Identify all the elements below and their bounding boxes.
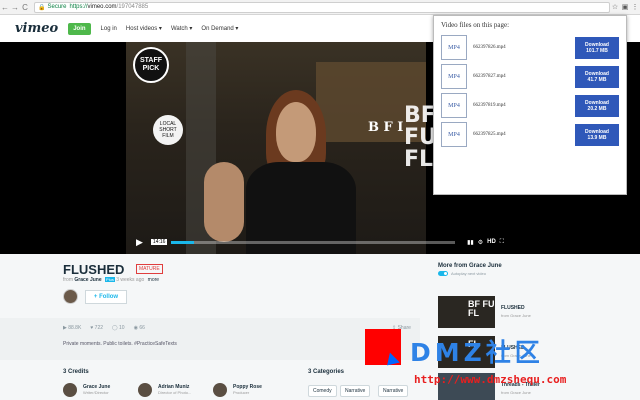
bfi-logo: B F I [368,120,404,135]
mp4-icon: MP4 [441,64,467,89]
credits-heading: 3 Credits [63,369,89,375]
join-button[interactable]: Join [68,22,91,35]
file-name: 662397826.mp4 [473,45,506,50]
byline: from Grace June Plus 3 weeks ago more [63,277,159,283]
video-file-row: MP4 662397827.mp4 Download 41.7 MB [441,64,619,89]
credit-avatar [138,383,152,397]
play-icon[interactable]: ▶ [136,237,143,248]
watermark-url: http://www.dmzshequ.com [414,373,567,386]
author-avatar[interactable] [63,289,78,304]
file-name: 662397827.mp4 [473,74,506,79]
mature-badge: MATURE [136,264,163,274]
categories-heading: 3 Categories [308,369,345,375]
extension-icon[interactable]: ▣ [620,3,630,11]
forward-icon[interactable]: → [10,3,20,12]
category-tag[interactable]: Comedy [308,385,337,397]
download-size: 41.7 MB [587,76,607,83]
mp4-icon: MP4 [441,122,467,147]
watermark-text: DMZ社区 [410,338,544,367]
download-size: 101.7 MB [586,47,608,54]
credit-role: Director of Photo... [158,390,192,395]
lock-icon: 🔒 [38,4,46,11]
time-indicator: 14:16 [150,239,168,245]
from-label: from [63,277,73,283]
download-button[interactable]: Download 13.9 MB [575,123,619,146]
related-title[interactable]: FLUSHED [501,305,531,311]
credit-role: Writer/Director [83,390,109,395]
comments-count[interactable]: ◯ 10 [112,325,125,331]
credit-avatar [63,383,77,397]
reload-icon[interactable]: C [20,3,30,12]
vimeo-logo[interactable]: vimeo [15,21,58,36]
credit-role: Producer [233,390,250,395]
address-bar[interactable]: 🔒 Secure https:// vimeo.com /197047885 [34,1,610,13]
plays-count: ▶ 88.8K [63,325,82,331]
likes-count[interactable]: ♥ 722 [90,325,103,331]
related-author: from Grace June [501,313,531,318]
video-frame [126,42,426,254]
toggle-switch[interactable] [438,271,448,276]
plus-badge: Plus [105,277,115,282]
more-from-heading: More from Grace June [438,263,502,269]
video-file-row: MP4 662397825.mp4 Download 13.9 MB [441,122,619,147]
autoplay-toggle[interactable]: Autoplay next video [438,271,486,276]
download-button[interactable]: Download 101.7 MB [575,36,619,59]
login-link[interactable]: Log in [101,26,117,32]
video-stats: ▶ 88.8K ♥ 722 ◯ 10 ◉ 66 [63,325,154,331]
credit-avatar [213,383,227,397]
file-name: 662397825.mp4 [473,132,506,137]
category-tag[interactable]: Narrative [340,385,371,397]
popup-title: Video files on this page: [441,21,510,29]
settings-icon[interactable]: ⚙ [478,239,483,246]
progress-fill [171,240,195,244]
mp4-icon: MP4 [441,93,467,118]
back-icon[interactable]: ← [0,3,10,12]
collections-count[interactable]: ◉ 66 [134,325,145,331]
progress-track[interactable] [171,240,456,244]
fullscreen-icon[interactable]: ⛶ [500,239,504,246]
on-demand-menu[interactable]: On Demand ▾ [201,25,238,32]
download-size: 20.2 MB [587,105,607,112]
upload-time: 3 weeks ago [116,277,145,283]
watch-menu[interactable]: Watch ▾ [171,25,192,32]
video-title: FLUSHED [63,262,125,277]
follow-button[interactable]: + Follow [85,290,127,304]
related-video[interactable]: BF FU FL FLUSHED from Grace June [438,296,531,328]
festival-badge: LOCAL SHORT FILM [153,115,183,145]
thumbnail-text: BF FU FL [468,299,495,318]
download-button[interactable]: Download 20.2 MB [575,94,619,117]
related-author: from Grace June [501,390,531,395]
file-name: 662397819.mp4 [473,103,506,108]
download-button[interactable]: Download 41.7 MB [575,65,619,88]
secure-label: Secure [47,4,67,10]
download-size: 13.9 MB [587,134,607,141]
video-file-row: MP4 662397826.mp4 Download 101.7 MB [441,35,619,60]
volume-icon[interactable]: ▮▮ [467,239,474,246]
video-thumbnail[interactable]: BF FU FL [438,296,495,328]
autoplay-label: Autoplay next video [451,271,486,276]
menu-icon[interactable]: ⋮ [630,3,640,11]
bfi-wall-text: BF FU FL [404,103,437,172]
video-download-popup: Video files on this page: MP4 662397826.… [433,15,627,195]
author-link[interactable]: Grace June [74,277,101,283]
player-controls: ▶ 14:16 ▮▮ ⚙ HD ⛶ [136,236,504,248]
hd-toggle[interactable]: HD [487,239,496,245]
mp4-icon: MP4 [441,35,467,60]
video-file-row: MP4 662397819.mp4 Download 20.2 MB [441,93,619,118]
staff-pick-badge: STAFF PICK [133,47,169,83]
url-path: /197047885 [116,4,149,10]
credit-item[interactable]: Adrian Muniz Director of Photo... [138,383,191,397]
host-videos-menu[interactable]: Host videos ▾ [126,25,162,32]
url-host: vimeo.com [87,4,117,10]
credit-item[interactable]: Poppy Rose Producer [213,383,262,397]
more-link[interactable]: more [148,277,159,283]
video-description: Private moments. Public toilets. #Practi… [63,341,177,347]
browser-toolbar: ← → C 🔒 Secure https:// vimeo.com /19704… [0,0,640,15]
bookmark-star-icon[interactable]: ☆ [610,3,620,11]
credit-item[interactable]: Grace June Writer/Director [63,383,110,397]
category-tag[interactable]: Narrative [378,385,409,397]
url-protocol: https:// [69,4,88,10]
